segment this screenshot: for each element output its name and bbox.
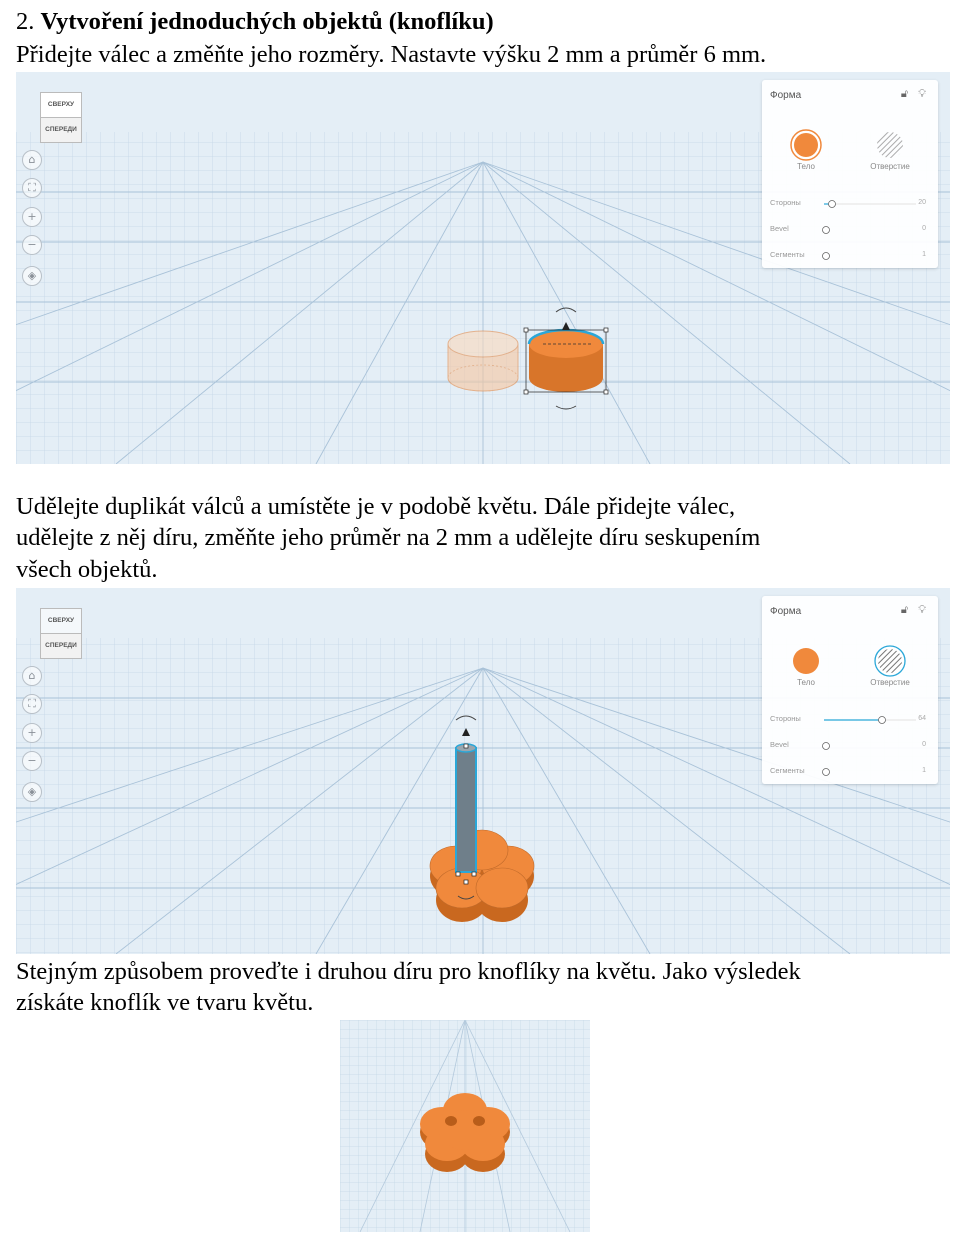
tinkercad-screenshot-3: [340, 1020, 590, 1232]
hole-option-label[interactable]: Отверстие: [860, 162, 920, 171]
viewcube-front[interactable]: СПЕРЕДИ: [40, 633, 82, 659]
paragraph-1: Přidejte válec a změňte jeho rozměry. Na…: [16, 41, 767, 68]
ortho-icon[interactable]: ◈: [22, 782, 42, 802]
sides-label: Стороны: [770, 198, 801, 207]
sides-value: 20: [918, 199, 926, 206]
bevel-label: Bevel: [770, 224, 789, 233]
shape-panel: Форма 🔓︎ 💡︎ Тело Отверстие Стороны Bevel…: [762, 596, 938, 784]
body-option-label[interactable]: Тело: [776, 678, 836, 687]
lock-icon[interactable]: 🔓︎: [901, 604, 908, 617]
hole-option-label[interactable]: Отверстие: [860, 678, 920, 687]
view-cube[interactable]: СВЕРХУ СПЕРЕДИ: [38, 608, 82, 662]
home-icon[interactable]: ⌂: [22, 150, 42, 170]
view-cube[interactable]: СВЕРХУ СПЕРЕДИ: [38, 92, 82, 146]
viewcube-top[interactable]: СВЕРХУ: [40, 92, 82, 118]
bevel-label: Bevel: [770, 740, 789, 749]
bevel-value: 0: [922, 741, 926, 748]
paragraph-3-line-2: získáte knoflík ve tvaru květu.: [16, 989, 314, 1016]
shape-type-options: [790, 129, 903, 161]
body-option-label[interactable]: Тело: [776, 162, 836, 171]
zoom-in-icon[interactable]: +: [22, 207, 42, 227]
section-title: Vytvoření jednoduchých objektů (knoflíku…: [40, 8, 494, 35]
bulb-icon[interactable]: 💡︎: [918, 604, 926, 617]
panel-title: Форма: [770, 606, 802, 617]
bevel-value: 0: [922, 225, 926, 232]
result-button-view: [340, 1020, 590, 1232]
button-hole-1: [445, 1116, 457, 1126]
paragraph-2-line-2: udělejte z něj díru, změňte jeho průměr …: [16, 524, 761, 551]
zoom-in-icon[interactable]: +: [22, 723, 42, 743]
ghost-cylinder: [447, 330, 519, 392]
segments-label: Сегменты: [770, 250, 805, 259]
fit-icon[interactable]: ⛶: [22, 178, 42, 198]
property-sliders[interactable]: [822, 198, 918, 260]
segments-value: 1: [922, 767, 926, 774]
viewcube-front[interactable]: СПЕРЕДИ: [40, 117, 82, 143]
paragraph-2-line-1: Udělejte duplikát válců a umístěte je v …: [16, 493, 736, 520]
tinkercad-screenshot-2: СВЕРХУ СПЕРЕДИ ⌂ ⛶ + − ◈ Форма 🔓︎ 💡︎ Тел…: [16, 588, 950, 954]
property-sliders[interactable]: [822, 714, 918, 776]
button-hole-2: [473, 1116, 485, 1126]
shape-type-options: [793, 645, 906, 677]
zoom-out-icon[interactable]: −: [22, 235, 42, 255]
bulb-icon[interactable]: 💡︎: [918, 88, 926, 101]
zoom-out-icon[interactable]: −: [22, 751, 42, 771]
lock-icon[interactable]: 🔓︎: [901, 88, 908, 101]
sides-value: 64: [918, 715, 926, 722]
fit-icon[interactable]: ⛶: [22, 694, 42, 714]
ortho-icon[interactable]: ◈: [22, 266, 42, 286]
home-icon[interactable]: ⌂: [22, 666, 42, 686]
panel-title: Форма: [770, 90, 802, 101]
section-number: 2.: [16, 8, 35, 35]
paragraph-3-line-1: Stejným způsobem proveďte i druhou díru …: [16, 958, 801, 985]
sides-label: Стороны: [770, 714, 801, 723]
viewcube-top[interactable]: СВЕРХУ: [40, 608, 82, 634]
tinkercad-screenshot-1: СВЕРХУ СПЕРЕДИ ⌂ ⛶ + − ◈ Форма 🔓︎ 💡︎ Тел…: [16, 72, 950, 464]
segments-value: 1: [922, 251, 926, 258]
shape-panel: Форма 🔓︎ 💡︎ Тело Отверстие Стороны Bevel…: [762, 80, 938, 268]
section-heading: 2. Vytvoření jednoduchých objektů (knofl…: [16, 8, 494, 36]
segments-label: Сегменты: [770, 766, 805, 775]
paragraph-2-line-3: všech objektů.: [16, 556, 158, 583]
